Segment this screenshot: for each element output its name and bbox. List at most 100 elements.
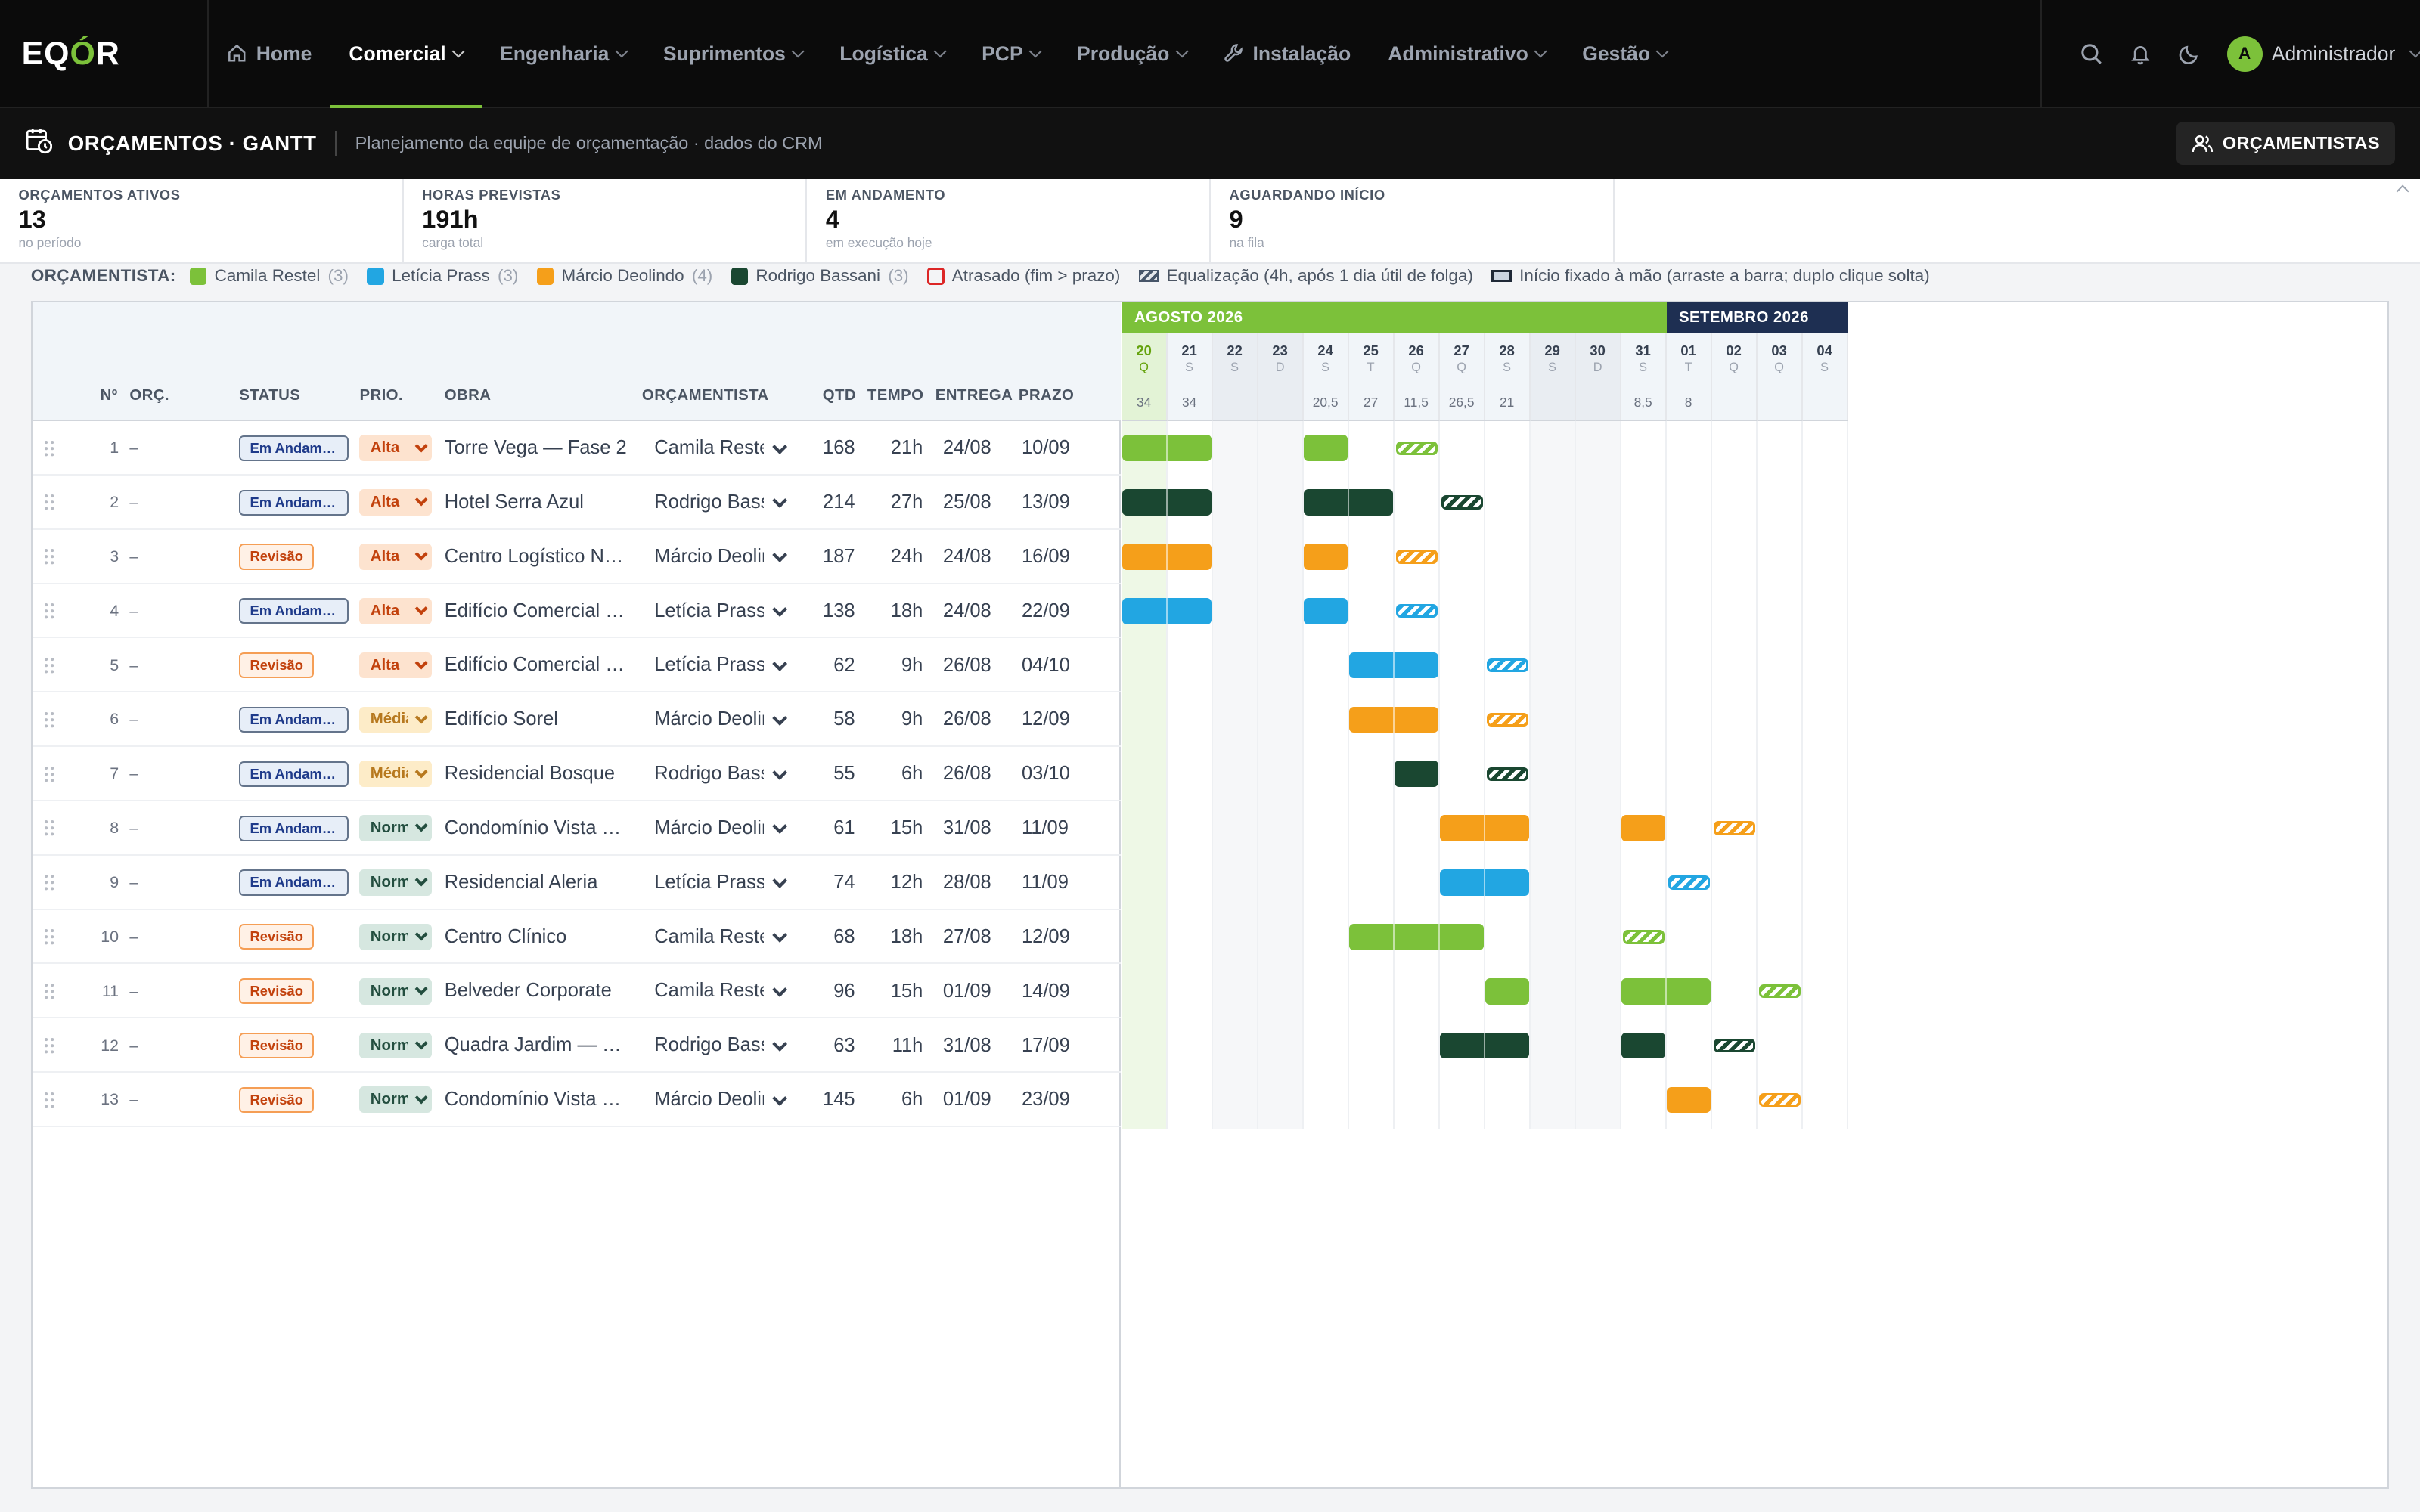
table-row[interactable]: 10– Revisão Normal Centro Clínico Camila Res… bbox=[32, 910, 1121, 965]
day-header[interactable]: 29 S bbox=[1530, 333, 1576, 422]
day-header[interactable]: 26 Q 11,5 bbox=[1394, 333, 1440, 422]
nav-item-logistica[interactable]: Logística bbox=[821, 0, 963, 108]
col-header-tempo[interactable]: TEMPO bbox=[867, 387, 924, 404]
nav-item-suprimentos[interactable]: Suprimentos bbox=[644, 0, 821, 108]
orcamentista-select[interactable]: Camila Restel bbox=[654, 421, 764, 475]
day-header[interactable]: 27 Q 26,5 bbox=[1439, 333, 1485, 422]
col-header-prio[interactable]: PRIO. bbox=[359, 387, 403, 404]
drag-handle-icon[interactable] bbox=[45, 964, 54, 1018]
drag-handle-icon[interactable] bbox=[45, 530, 54, 584]
status-badge[interactable]: Em Andamento bbox=[239, 815, 349, 841]
nav-item-engenharia[interactable]: Engenharia bbox=[482, 0, 645, 108]
equalizacao-bar[interactable] bbox=[1486, 658, 1528, 673]
priority-select[interactable]: Alta bbox=[359, 435, 433, 462]
priority-select[interactable]: Normal bbox=[359, 815, 433, 841]
equalizacao-bar[interactable] bbox=[1395, 550, 1438, 564]
day-header[interactable]: 24 S 20,5 bbox=[1303, 333, 1349, 422]
drag-handle-icon[interactable] bbox=[45, 1018, 54, 1072]
equalizacao-bar[interactable] bbox=[1395, 441, 1438, 455]
day-header[interactable]: 31 S 8,5 bbox=[1621, 333, 1667, 422]
equalizacao-bar[interactable] bbox=[1713, 1038, 1755, 1053]
gantt-bar[interactable] bbox=[1122, 435, 1212, 462]
priority-select[interactable]: Alta bbox=[359, 597, 433, 624]
status-badge[interactable]: Em Andamento bbox=[239, 761, 349, 787]
priority-select[interactable]: Alta bbox=[359, 489, 433, 516]
nav-item-pcp[interactable]: PCP bbox=[963, 0, 1059, 108]
orcamentista-select[interactable]: Rodrigo Bassani bbox=[654, 747, 764, 801]
col-header-orcamentista[interactable]: ORÇAMENTISTA bbox=[642, 387, 769, 404]
gantt-bar[interactable] bbox=[1348, 652, 1438, 679]
status-badge[interactable]: Em Andamento bbox=[239, 598, 349, 624]
equalizacao-bar[interactable] bbox=[1486, 767, 1528, 781]
drag-handle-icon[interactable] bbox=[45, 856, 54, 909]
day-header[interactable]: 21 S 34 bbox=[1167, 333, 1213, 422]
orcamentista-select[interactable]: Camila Restel bbox=[654, 910, 764, 964]
orcamentistas-button[interactable]: ORÇAMENTISTAS bbox=[2176, 122, 2396, 166]
table-row[interactable]: 3– Revisão Alta Centro Logístico Norte Márci… bbox=[32, 530, 1121, 584]
orcamentista-select[interactable]: Letícia Prass bbox=[654, 638, 764, 692]
table-row[interactable]: 1– Em Andamento Alta Torre Vega — Fase 2 Cam… bbox=[32, 421, 1121, 476]
gantt-bar[interactable] bbox=[1621, 1032, 1665, 1059]
priority-select[interactable]: Normal bbox=[359, 978, 433, 1005]
equalizacao-bar[interactable] bbox=[1395, 604, 1438, 618]
drag-handle-icon[interactable] bbox=[45, 747, 54, 801]
col-header-obra[interactable]: OBRA bbox=[445, 387, 492, 404]
gantt-bar[interactable] bbox=[1394, 761, 1438, 788]
priority-select[interactable]: Normal bbox=[359, 869, 433, 896]
table-row[interactable]: 7– Em Andamento Média Residencial Bosque Rod… bbox=[32, 747, 1121, 801]
nav-item-home[interactable]: Home bbox=[209, 0, 330, 108]
col-header-n[interactable]: Nº bbox=[101, 387, 118, 404]
orcamentista-select[interactable]: Márcio Deolindo bbox=[654, 801, 764, 855]
drag-handle-icon[interactable] bbox=[45, 638, 54, 692]
priority-select[interactable]: Média bbox=[359, 761, 433, 788]
gantt-bar[interactable] bbox=[1303, 435, 1348, 462]
table-row[interactable]: 2– Em Andamento Alta Hotel Serra Azul Rodrig… bbox=[32, 476, 1121, 530]
status-badge[interactable]: Em Andamento bbox=[239, 435, 349, 461]
orcamentista-select[interactable]: Rodrigo Bassani bbox=[654, 1018, 764, 1072]
drag-handle-icon[interactable] bbox=[45, 910, 54, 964]
nav-item-instalacao[interactable]: Instalação bbox=[1205, 0, 1369, 108]
orcamentista-select[interactable]: Camila Restel bbox=[654, 964, 764, 1018]
drag-handle-icon[interactable] bbox=[45, 421, 54, 475]
status-badge[interactable]: Em Andamento bbox=[239, 706, 349, 733]
day-header[interactable]: 30 D bbox=[1575, 333, 1621, 422]
user-menu[interactable]: A Administrador bbox=[2226, 36, 2420, 72]
equalizacao-bar[interactable] bbox=[1441, 495, 1483, 510]
col-header-qtd[interactable]: QTD bbox=[823, 387, 856, 404]
orcamentista-select[interactable]: Márcio Deolindo bbox=[654, 1073, 764, 1126]
gantt-bar[interactable] bbox=[1485, 978, 1529, 1005]
nav-item-gestao[interactable]: Gestão bbox=[1564, 0, 1686, 108]
table-row[interactable]: 9– Em Andamento Normal Residencial Aleria Le… bbox=[32, 856, 1121, 910]
equalizacao-bar[interactable] bbox=[1758, 984, 1801, 999]
nav-item-administrativo[interactable]: Administrativo bbox=[1370, 0, 1564, 108]
gantt-bar[interactable] bbox=[1621, 978, 1711, 1005]
table-row[interactable]: 6– Em Andamento Média Edifício Sorel Márcio … bbox=[32, 692, 1121, 748]
gantt-bar[interactable] bbox=[1439, 869, 1529, 896]
day-header[interactable]: 20 Q 34 bbox=[1122, 333, 1168, 422]
status-badge[interactable]: Revisão bbox=[239, 1032, 315, 1059]
status-badge[interactable]: Revisão bbox=[239, 652, 315, 679]
gantt-bar[interactable] bbox=[1303, 544, 1348, 570]
gantt-bar[interactable] bbox=[1303, 597, 1348, 624]
status-badge[interactable]: Revisão bbox=[239, 544, 315, 570]
priority-select[interactable]: Alta bbox=[359, 652, 433, 679]
orcamentista-select[interactable]: Márcio Deolindo bbox=[654, 530, 764, 584]
gantt-bar[interactable] bbox=[1348, 923, 1484, 950]
equalizacao-bar[interactable] bbox=[1486, 712, 1528, 727]
drag-handle-icon[interactable] bbox=[45, 692, 54, 746]
collapse-chevron-icon[interactable] bbox=[2396, 184, 2410, 198]
day-header[interactable]: 28 S 21 bbox=[1485, 333, 1531, 422]
bell-icon[interactable] bbox=[2116, 29, 2165, 79]
col-header-orc[interactable]: ORÇ. bbox=[129, 387, 169, 404]
moon-icon[interactable] bbox=[2165, 29, 2214, 79]
app-logo[interactable]: EQ Ó R bbox=[0, 0, 209, 108]
day-header[interactable]: 03 Q bbox=[1757, 333, 1803, 422]
gantt-bar[interactable] bbox=[1122, 489, 1212, 516]
table-row[interactable]: 12– Revisão Normal Quadra Jardim — Bloco B R… bbox=[32, 1018, 1121, 1074]
equalizacao-bar[interactable] bbox=[1713, 821, 1755, 835]
status-badge[interactable]: Revisão bbox=[239, 1086, 315, 1113]
gantt-bar[interactable] bbox=[1439, 815, 1529, 841]
day-header[interactable]: 01 T 8 bbox=[1666, 333, 1712, 422]
gantt-bar[interactable] bbox=[1439, 1032, 1529, 1059]
priority-select[interactable]: Média bbox=[359, 706, 433, 733]
